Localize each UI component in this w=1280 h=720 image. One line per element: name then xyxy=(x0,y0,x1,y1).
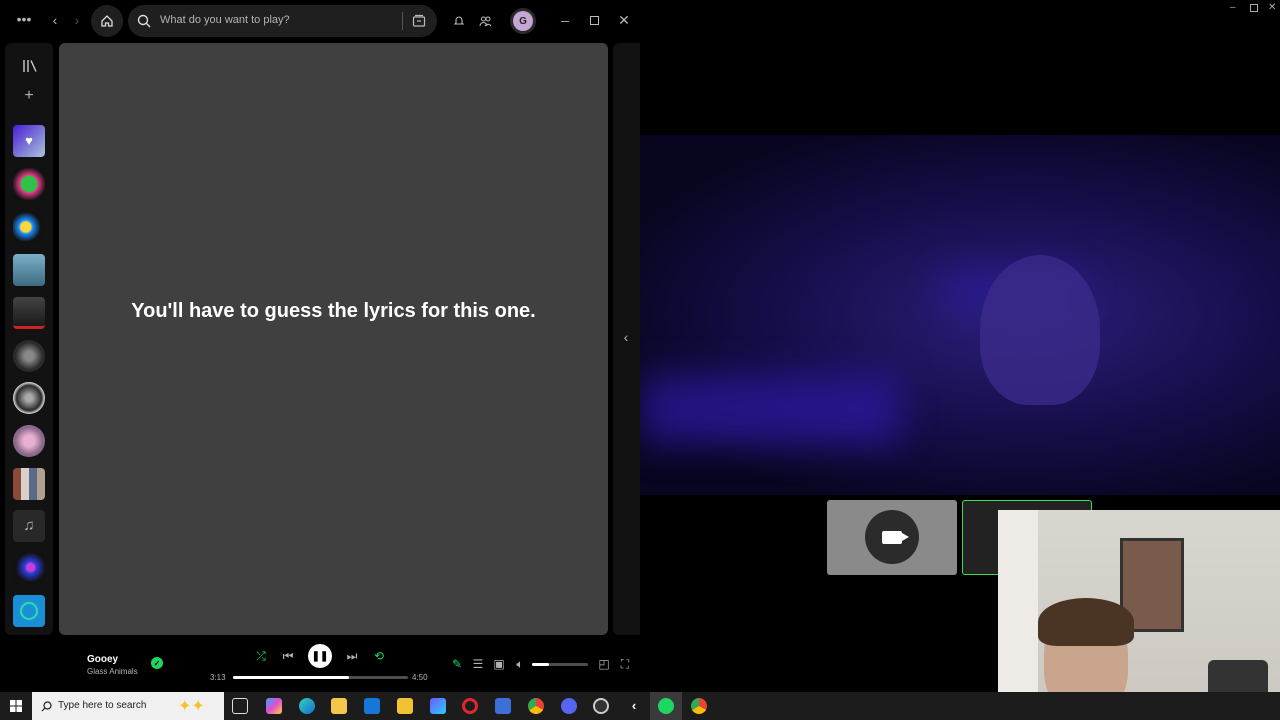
library-icon[interactable] xyxy=(22,59,38,73)
chrome-profile-icon[interactable] xyxy=(691,698,707,714)
previous-icon[interactable]: ⏮ xyxy=(280,649,296,664)
progress-fill xyxy=(233,676,349,679)
next-icon[interactable]: ⏭ xyxy=(344,649,360,664)
duration-time: 4:50 xyxy=(412,673,428,682)
album-thumb-1[interactable] xyxy=(13,297,45,329)
file-explorer-icon[interactable] xyxy=(331,698,347,714)
task-view-icon[interactable] xyxy=(232,698,248,714)
call-minimize-icon[interactable]: – xyxy=(1230,2,1236,13)
lyrics-icon[interactable]: ✎ xyxy=(449,657,465,671)
bell-icon[interactable] xyxy=(453,15,465,27)
right-sidebar-collapsed: ‹ xyxy=(613,43,640,635)
maximize-icon[interactable] xyxy=(590,16,599,25)
expand-chevron-icon[interactable]: ‹ xyxy=(620,330,632,344)
main-video-feed xyxy=(640,135,1280,495)
queue-icon[interactable]: ☰ xyxy=(470,657,486,671)
windows-start-icon[interactable] xyxy=(10,700,22,712)
search-input[interactable]: What do you want to play? xyxy=(160,14,290,26)
connect-device-icon[interactable]: ▣ xyxy=(491,657,507,671)
search-highlight-icon: ✦✦ xyxy=(178,698,205,715)
home-button[interactable] xyxy=(91,5,123,37)
playlist-thumb-blend-2[interactable] xyxy=(13,553,45,585)
daylist-icon xyxy=(19,601,39,621)
taskbar-search[interactable]: Type here to search ✦✦ xyxy=(32,692,224,720)
shuffle-icon[interactable]: ⤮ xyxy=(253,649,269,664)
m365-icon[interactable] xyxy=(430,698,446,714)
avatar-letter: G xyxy=(513,11,533,31)
album-thumb-2[interactable] xyxy=(13,468,45,500)
liked-songs-thumb[interactable]: ♥ xyxy=(13,125,45,157)
player-bar: Gooey Glass Animals ✓ ⤮ ⏮ ❚❚ ⏭ ⟲ 3:13 4:… xyxy=(0,640,640,692)
pause-button[interactable]: ❚❚ xyxy=(308,644,332,668)
saved-check-icon[interactable]: ✓ xyxy=(151,657,163,669)
volume-fill xyxy=(532,663,549,666)
friends-icon[interactable] xyxy=(479,15,492,27)
avatar[interactable]: G xyxy=(510,8,536,34)
wall-door xyxy=(998,510,1038,720)
app-icon-obs[interactable] xyxy=(593,698,609,714)
search-bar[interactable]: What do you want to play? xyxy=(128,5,437,37)
camera-off-avatar xyxy=(865,510,919,564)
opera-icon[interactable] xyxy=(462,698,478,714)
pause-icon: ❚❚ xyxy=(311,650,329,662)
camera-icon xyxy=(882,530,909,544)
top-bar: ••• ‹ › What do you want to play? G – ✕ xyxy=(0,0,640,42)
playlist-thumb-blend[interactable] xyxy=(13,211,45,243)
home-icon xyxy=(101,15,113,27)
spotify-taskbar-icon[interactable] xyxy=(658,698,674,714)
track-artist[interactable]: Glass Animals xyxy=(87,667,138,676)
lyrics-panel: You'll have to guess the lyrics for this… xyxy=(59,43,608,635)
artist-thumb-1[interactable] xyxy=(13,254,45,286)
volume-icon[interactable]: 🔈︎ xyxy=(512,657,528,672)
participant-silhouette xyxy=(980,255,1100,405)
plus-icon[interactable]: + xyxy=(22,88,36,104)
track-title[interactable]: Gooey xyxy=(87,654,118,665)
progress-bar[interactable] xyxy=(233,676,408,679)
library-sidebar: + ♥ ♫ xyxy=(5,43,53,635)
close-icon[interactable]: ✕ xyxy=(618,13,630,27)
mail-icon[interactable] xyxy=(364,698,380,714)
playlist-thumb-2022[interactable] xyxy=(13,168,45,200)
edge-icon[interactable] xyxy=(299,698,315,714)
browse-icon[interactable] xyxy=(412,14,426,28)
taskbar-search-input[interactable]: Type here to search xyxy=(58,700,146,711)
elapsed-time: 3:13 xyxy=(210,673,226,682)
miniplayer-icon[interactable]: ◰ xyxy=(596,657,612,671)
heart-icon: ♥ xyxy=(25,133,33,148)
app-icon-chevron[interactable]: ‹ xyxy=(626,698,642,714)
minimize-icon[interactable]: – xyxy=(559,13,571,27)
volume-slider[interactable] xyxy=(532,663,588,666)
copilot-icon[interactable] xyxy=(266,698,282,714)
search-divider xyxy=(402,12,403,30)
streamer-hair xyxy=(1038,598,1134,646)
video-light-glow xyxy=(640,375,900,445)
participant-tile-camera-off[interactable] xyxy=(827,500,957,575)
taskbar-search-icon xyxy=(41,701,52,712)
forward-icon[interactable]: › xyxy=(71,13,83,27)
playlist-thumb-daylist[interactable] xyxy=(13,595,45,627)
more-icon[interactable]: ••• xyxy=(16,12,32,26)
webcam-overlay xyxy=(998,510,1280,720)
back-icon[interactable]: ‹ xyxy=(49,13,61,27)
spotify-window: ••• ‹ › What do you want to play? G – ✕ … xyxy=(0,0,640,692)
artist-thumb-3[interactable] xyxy=(13,382,45,414)
call-maximize-icon[interactable] xyxy=(1250,4,1258,12)
chrome-icon[interactable] xyxy=(528,698,544,714)
repeat-icon[interactable]: ⟲ xyxy=(371,649,387,663)
store-icon[interactable] xyxy=(397,698,413,714)
music-note-icon: ♫ xyxy=(23,517,35,534)
windows-taskbar: Type here to search ✦✦ ‹ xyxy=(0,692,1280,720)
discord-icon[interactable] xyxy=(561,698,577,714)
playlist-thumb-default[interactable]: ♫ xyxy=(13,510,45,542)
search-icon xyxy=(137,14,151,28)
call-close-icon[interactable]: ✕ xyxy=(1268,2,1276,13)
lyrics-unavailable-message: You'll have to guess the lyrics for this… xyxy=(131,300,536,322)
office-app-icon[interactable] xyxy=(495,698,511,714)
artist-thumb-4[interactable] xyxy=(13,425,45,457)
artist-thumb-2[interactable] xyxy=(13,340,45,372)
fullscreen-icon[interactable]: ⛶ xyxy=(617,657,633,672)
